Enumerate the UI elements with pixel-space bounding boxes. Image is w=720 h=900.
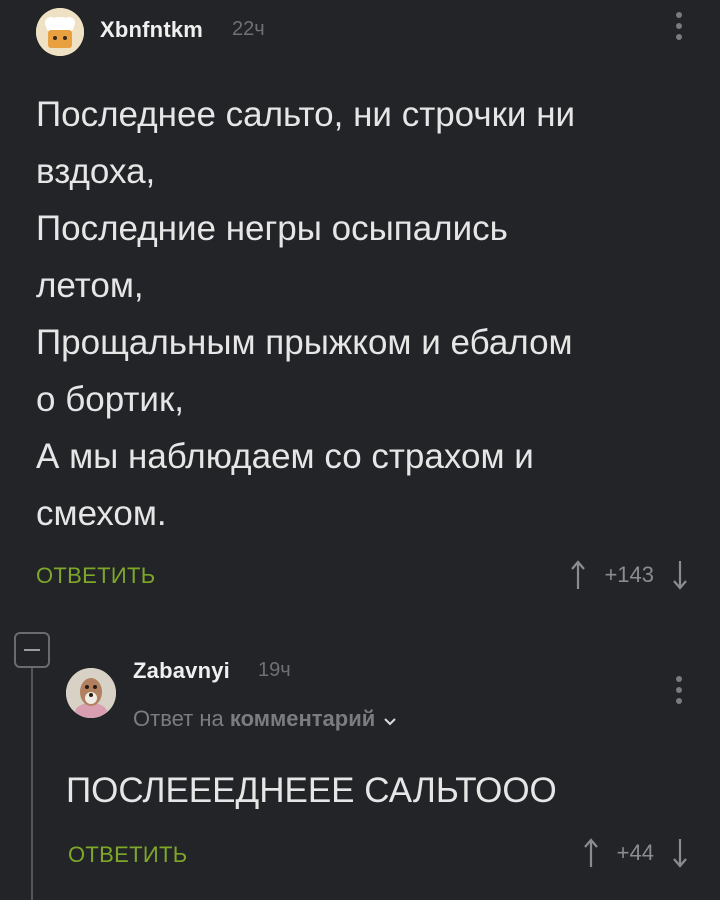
avatar[interactable] xyxy=(36,8,84,56)
username[interactable]: Zabavnyi xyxy=(133,658,230,684)
rating-count: +44 xyxy=(616,840,654,865)
reply-button[interactable]: ОТВЕТИТЬ xyxy=(68,842,187,868)
more-options-icon[interactable] xyxy=(674,12,684,45)
downvote-icon[interactable] xyxy=(672,560,688,590)
username[interactable]: Xbnfntkm xyxy=(100,17,203,43)
comment-text: Последнее сальто, ни строчки ни вздоха, … xyxy=(36,95,576,533)
comment-time: 22ч xyxy=(232,18,265,40)
thread-line[interactable] xyxy=(31,668,33,900)
collapse-thread-button[interactable] xyxy=(14,632,50,668)
reply-to-prefix: Ответ на xyxy=(133,706,224,731)
vote-controls: +44 xyxy=(583,838,688,868)
avatar[interactable] xyxy=(66,668,116,718)
reply-to-link[interactable]: Ответ на комментарий xyxy=(133,706,397,733)
comment-time: 19ч xyxy=(258,659,291,681)
downvote-icon[interactable] xyxy=(672,838,688,868)
reply-button[interactable]: ОТВЕТИТЬ xyxy=(36,563,155,589)
comment-text: ПОСЛЕЕЕДНЕЕЕ САЛЬТООО xyxy=(66,771,557,810)
upvote-icon[interactable] xyxy=(570,560,586,590)
vote-controls: +143 xyxy=(570,560,688,590)
more-options-icon[interactable] xyxy=(674,676,684,709)
reply-to-target: комментарий xyxy=(229,706,376,731)
chevron-down-icon xyxy=(383,707,397,733)
upvote-icon[interactable] xyxy=(583,838,599,868)
rating-count: +143 xyxy=(604,562,654,587)
